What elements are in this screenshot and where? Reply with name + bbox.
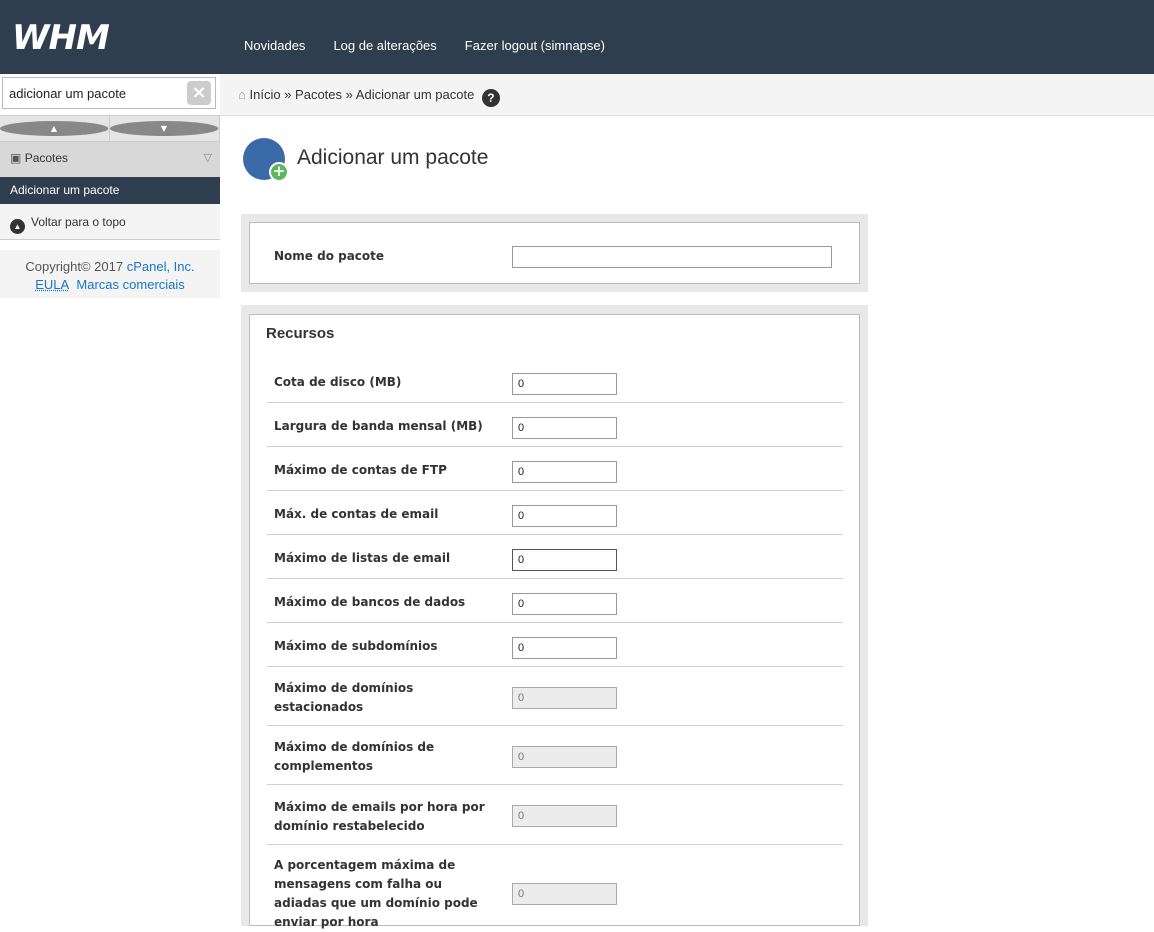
row-divider — [267, 622, 843, 623]
parked-domains-input[interactable]: 0 — [512, 687, 617, 709]
row-divider — [267, 666, 843, 667]
trademarks-link[interactable]: Marcas comerciais — [76, 277, 184, 292]
row-divider — [267, 784, 843, 785]
ftp-accounts-input[interactable]: 0 — [512, 461, 617, 483]
chevron-down-icon: ▽ — [203, 152, 212, 164]
sidebar-item-add-package[interactable]: Adicionar um pacote — [0, 177, 220, 204]
sidebar-search: × — [2, 77, 216, 109]
addon-domains-input[interactable]: 0 — [512, 746, 617, 768]
plus-icon: + — [269, 162, 289, 182]
row-divider — [267, 844, 843, 845]
disk-quota-label: Cota de disco (MB) — [274, 375, 402, 389]
page-title: Adicionar um pacote — [297, 146, 489, 169]
row-divider — [267, 725, 843, 726]
package-add-icon: + — [243, 138, 289, 182]
addon-domains-label: Máximo de domínios de complementos — [274, 740, 435, 773]
subdomains-input[interactable]: 0 — [512, 637, 617, 659]
breadcrumb-separator: » — [284, 87, 292, 102]
sidebar-footer: Copyright© 2017 cPanel, Inc. EULA Marcas… — [0, 250, 220, 298]
nav-changelog[interactable]: Log de alterações — [333, 38, 436, 53]
ftp-accounts-label: Máximo de contas de FTP — [274, 463, 447, 477]
databases-label: Máximo de bancos de dados — [274, 595, 466, 609]
row-divider — [267, 534, 843, 535]
cpanel-link[interactable]: cPanel, Inc. — [127, 259, 195, 274]
top-bar: WHM Novidades Log de alterações Fazer lo… — [0, 0, 1154, 74]
breadcrumb: ⌂ Início » Pacotes » Adicionar um pacote… — [220, 74, 1154, 116]
back-to-top-label: Voltar para o topo — [31, 215, 126, 229]
back-to-top-link[interactable]: ▲ Voltar para o topo — [0, 204, 220, 240]
arrow-up-icon: ▲ — [10, 219, 25, 234]
resources-title: Recursos — [266, 325, 335, 342]
help-icon[interactable]: ? — [481, 89, 500, 107]
expand-down-button[interactable]: ▼ — [110, 116, 220, 141]
row-divider — [267, 578, 843, 579]
package-name-label: Nome do pacote — [274, 249, 385, 263]
bandwidth-input[interactable]: 0 — [512, 417, 617, 439]
package-icon: ▣ — [10, 151, 22, 165]
breadcrumb-separator: » — [345, 87, 353, 102]
breadcrumb-current: Adicionar um pacote — [355, 87, 475, 102]
eula-link[interactable]: EULA — [35, 277, 69, 292]
row-divider — [267, 402, 843, 403]
row-divider — [267, 446, 843, 447]
search-input[interactable] — [3, 78, 183, 108]
package-name-input[interactable] — [512, 246, 832, 268]
breadcrumb-packages[interactable]: Pacotes — [295, 87, 342, 102]
mailing-lists-label: Máximo de listas de email — [274, 551, 451, 565]
failed-messages-input[interactable]: 0 — [512, 883, 617, 905]
bandwidth-label: Largura de banda mensal (MB) — [274, 419, 483, 433]
breadcrumb-home[interactable]: Início — [249, 87, 280, 102]
sidebar-collapse-controls: ▲ ▼ — [0, 115, 220, 142]
nav-novidades[interactable]: Novidades — [244, 38, 305, 53]
home-icon[interactable]: ⌂ — [238, 87, 246, 102]
clear-search-icon[interactable]: × — [187, 81, 211, 105]
failed-messages-label: A porcentagem máxima de mensagens com fa… — [274, 858, 478, 929]
chevron-up-icon: ▲ — [0, 121, 109, 136]
row-divider — [267, 490, 843, 491]
sidebar-category-packages[interactable]: ▣ Pacotes ▽ — [0, 142, 220, 177]
chevron-down-icon: ▼ — [110, 121, 219, 136]
category-label: Pacotes — [24, 151, 69, 165]
emails-per-hour-input[interactable]: 0 — [512, 805, 617, 827]
copyright-text: Copyright© 2017 — [25, 259, 127, 274]
nav-logout[interactable]: Fazer logout (simnapse) — [465, 38, 605, 53]
top-nav: Novidades Log de alterações Fazer logout… — [244, 38, 605, 53]
collapse-up-button[interactable]: ▲ — [0, 116, 110, 141]
disk-quota-input[interactable]: 0 — [512, 373, 617, 395]
parked-domains-label: Máximo de domínios estacionados — [274, 681, 414, 714]
subdomains-label: Máximo de subdomínios — [274, 639, 438, 653]
email-accounts-label: Máx. de contas de email — [274, 507, 439, 521]
whm-logo[interactable]: WHM — [12, 18, 110, 58]
databases-input[interactable]: 0 — [512, 593, 617, 615]
mailing-lists-input[interactable]: 0 — [512, 549, 617, 571]
emails-per-hour-label: Máximo de emails por hora por domínio re… — [274, 800, 485, 833]
email-accounts-input[interactable]: 0 — [512, 505, 617, 527]
